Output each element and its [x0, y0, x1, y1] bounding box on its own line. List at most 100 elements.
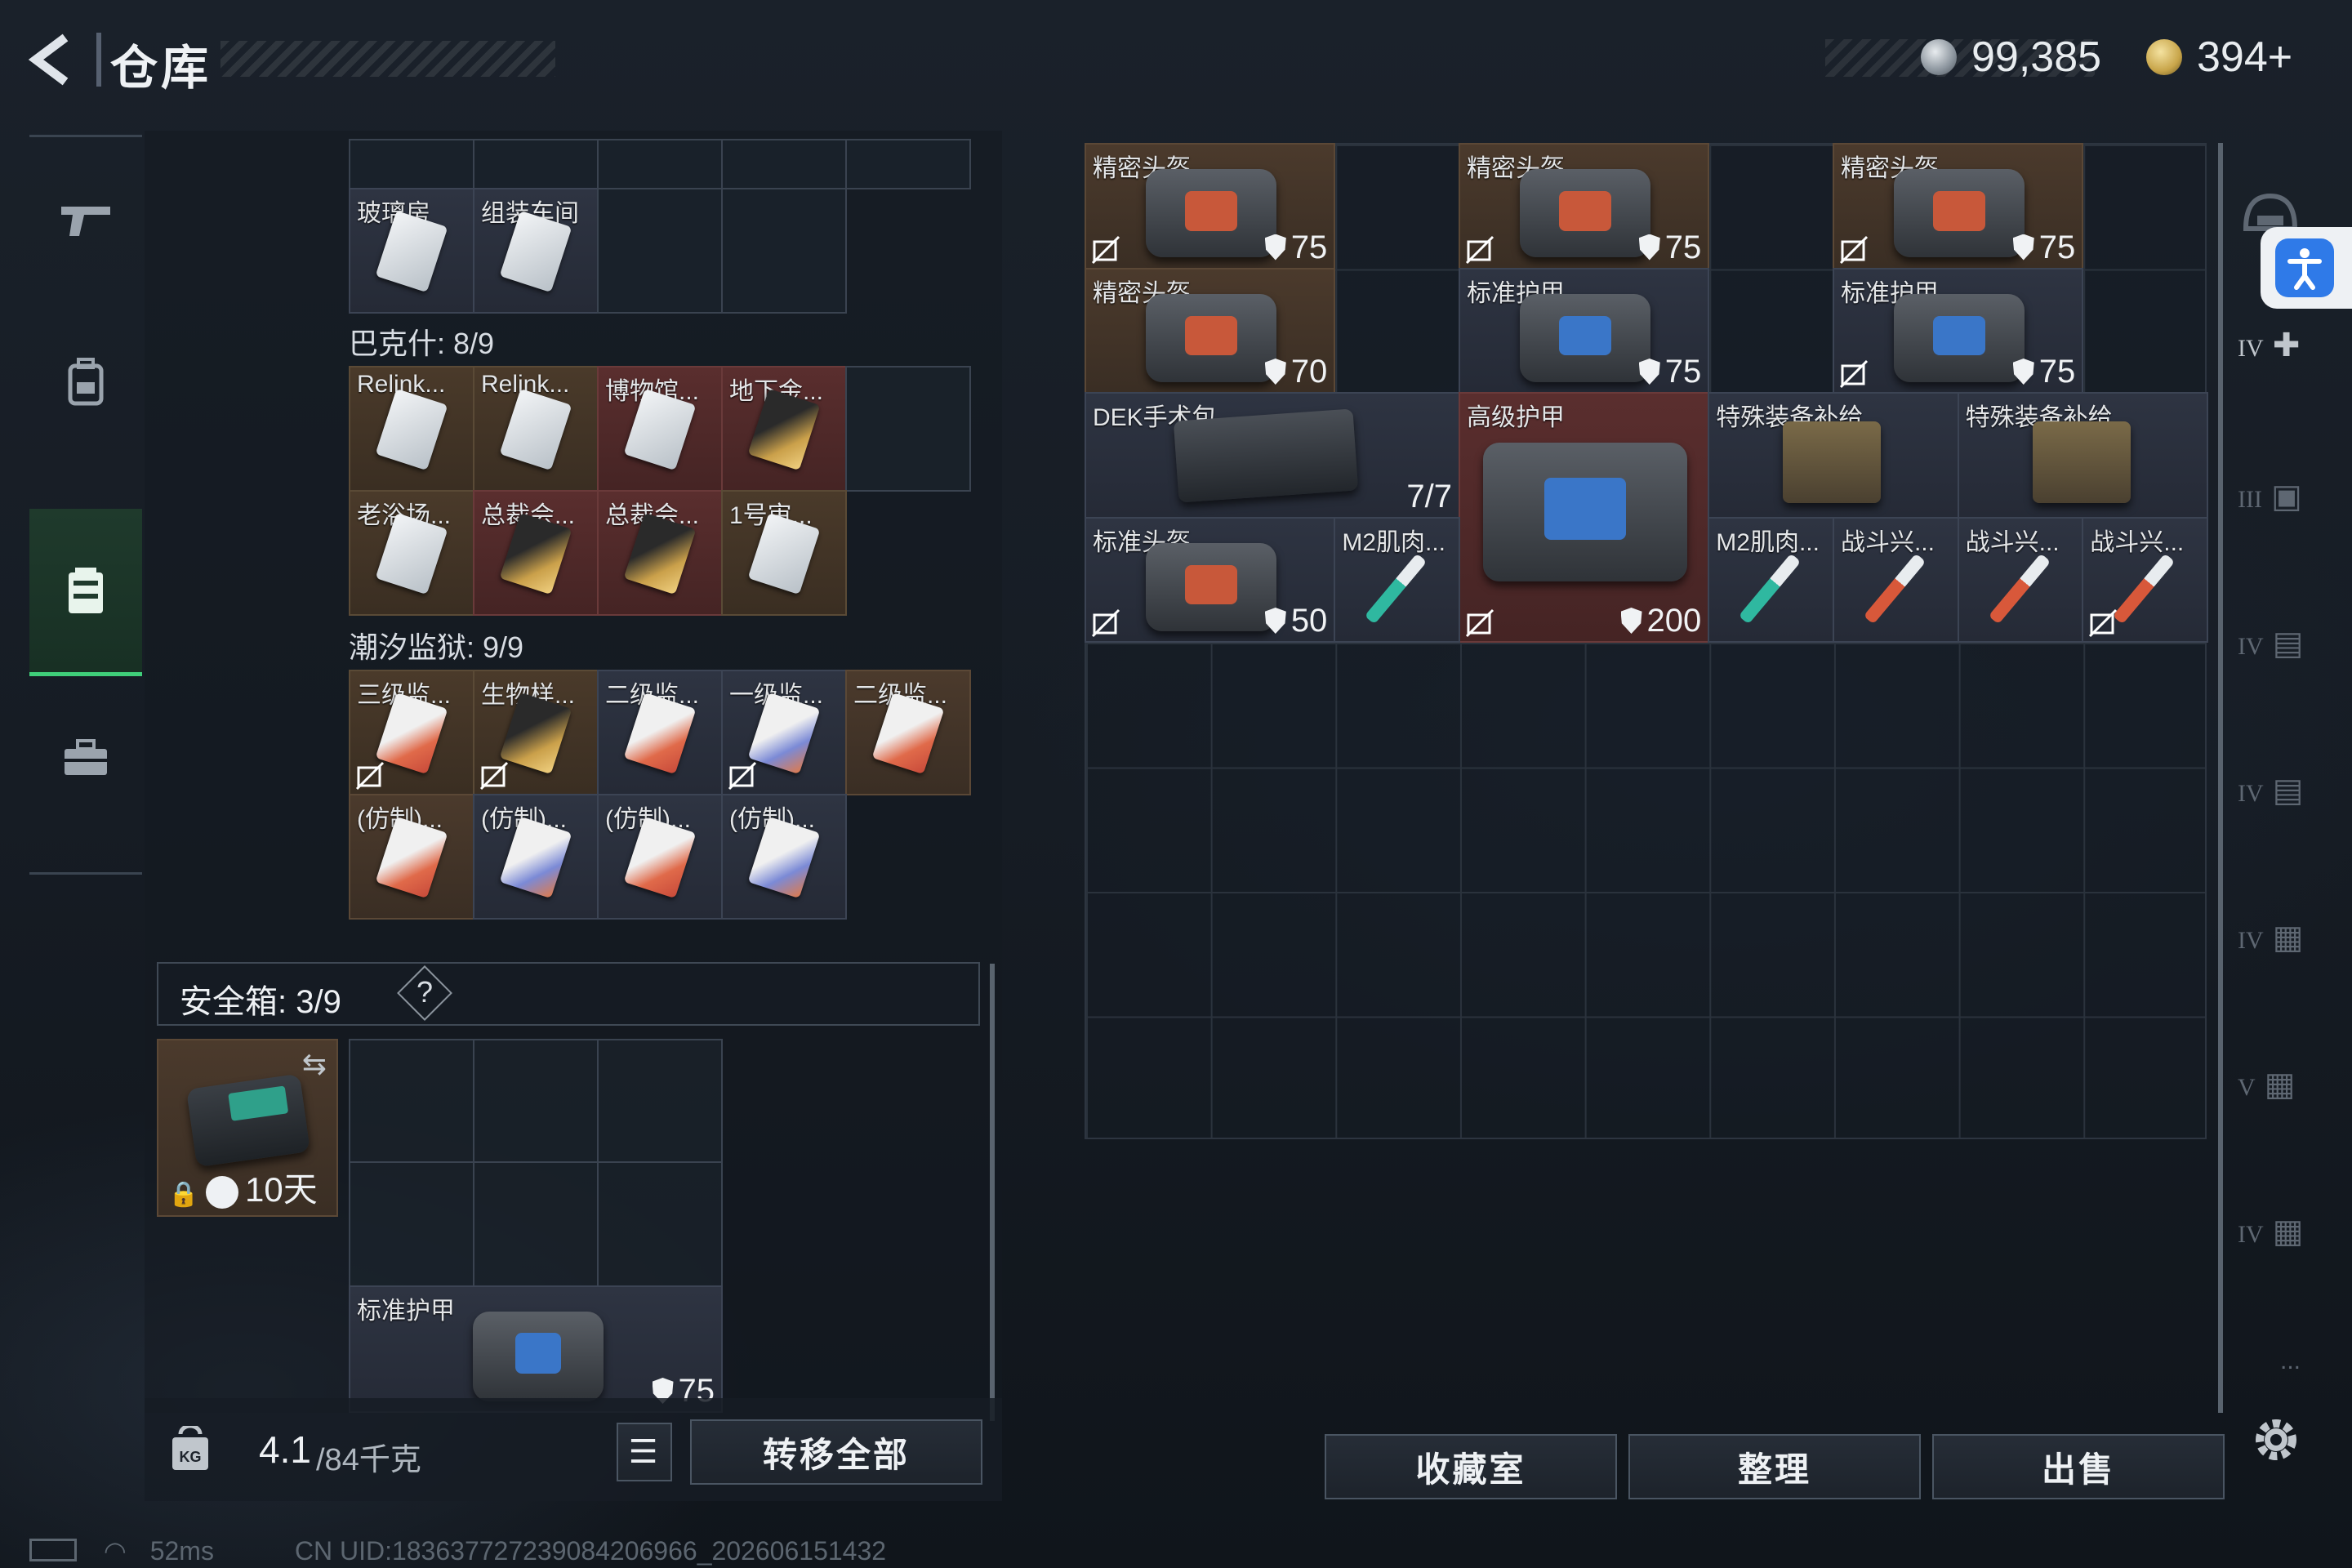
keycard-slot[interactable]: 老浴场...	[349, 490, 474, 616]
item-slot-syringe-red[interactable]: 战斗兴...	[1957, 516, 2084, 643]
item-slot-helmet[interactable]: 精密头盔 75	[1832, 143, 2084, 270]
item-slot-crate[interactable]: 特殊装备补给	[1957, 392, 2208, 519]
keycard-slot[interactable]: 1号审...	[721, 490, 847, 616]
item-slot-helmet[interactable]: 标准头盔 50	[1085, 516, 1336, 643]
keycard-slot[interactable]: Relink...	[473, 366, 599, 492]
empty-slot[interactable]	[473, 1161, 599, 1287]
empty-slot[interactable]	[473, 1039, 599, 1163]
list-icon: ☰	[628, 1434, 661, 1470]
keycard-slot[interactable]: 总裁会...	[473, 490, 599, 616]
settings-button[interactable]	[2247, 1411, 2305, 1468]
shield-icon	[1620, 608, 1642, 634]
list-view-button[interactable]: ☰	[617, 1423, 672, 1481]
empty-slot[interactable]	[845, 366, 971, 492]
status-bar: ◠ 52ms CN UID:18363772723908420696​6_202…	[29, 1535, 886, 1566]
accessibility-button[interactable]	[2261, 227, 2352, 309]
keycard-slot[interactable]: (仿制)...	[721, 794, 847, 920]
item-label: 标准护甲	[357, 1298, 455, 1325]
item-slot-armor-big[interactable]: 高级护甲 200	[1458, 392, 1710, 643]
item-value-text: 75	[1290, 229, 1328, 265]
empty-slot[interactable]	[597, 1039, 723, 1163]
partial-slot[interactable]	[349, 139, 474, 189]
weight-max: /84千克	[316, 1443, 421, 1477]
keycard-slot[interactable]: 生物样...	[473, 670, 599, 795]
back-button[interactable]	[24, 31, 82, 88]
keycard-slot[interactable]: (仿制)...	[349, 794, 474, 920]
keycard-slot[interactable]: 总裁会...	[597, 490, 723, 616]
keycard-slot[interactable]: Relink...	[349, 366, 474, 492]
item-slot-crate[interactable]: 特殊装备补给	[1708, 392, 1959, 519]
left-scrollbar[interactable]	[990, 964, 995, 1421]
bag-slot-icon[interactable]: IV ▦	[2238, 1213, 2311, 1278]
keycard-slot[interactable]: 博物馆...	[597, 366, 723, 492]
nav-equipment[interactable]	[29, 301, 142, 464]
swap-icon[interactable]: ⇆	[302, 1047, 327, 1081]
item-slot-helmet[interactable]: 精密头盔 75	[1458, 143, 1710, 270]
syringe-icon	[1739, 553, 1802, 624]
nav-weapons[interactable]	[29, 137, 142, 301]
helmet-image	[1893, 169, 2025, 257]
bag-slot-icon[interactable]: V ▦	[2238, 1066, 2311, 1131]
item-slot-medkit[interactable]: DEK手术包 7/7	[1085, 392, 1460, 519]
collection-room-button[interactable]: 收藏室	[1325, 1434, 1617, 1499]
safebox-header: 安全箱: 3/9 ?	[157, 962, 980, 1026]
empty-slot[interactable]	[597, 188, 723, 314]
weight-bar: KG 4.1 /84千克 ☰ 转移全部	[145, 1398, 1002, 1501]
item-slot-syringe-red[interactable]: 战斗兴...	[2082, 516, 2208, 643]
helmet-image	[1145, 293, 1276, 382]
partial-slot[interactable]	[721, 139, 847, 189]
safebox-container[interactable]: ⇆ 🔒 10天	[157, 1039, 338, 1217]
empty-slot[interactable]	[349, 1161, 474, 1287]
nav-toolbox[interactable]	[29, 676, 142, 840]
item-value: 70	[1264, 354, 1327, 390]
no-trade-icon	[1839, 235, 1869, 264]
rig-slot-icon[interactable]: IV ▤	[2238, 772, 2311, 837]
keycard-slot[interactable]: 一级监...	[721, 670, 847, 795]
partial-slot[interactable]	[597, 139, 723, 189]
keycard-slot[interactable]: 二级监...	[597, 670, 723, 795]
rig-slot-icon[interactable]: IV ▤	[2238, 625, 2311, 690]
currency-balance: 99,385	[1971, 33, 2102, 81]
keycard-slot[interactable]: (仿制)...	[597, 794, 723, 920]
keycard-icon	[375, 388, 448, 471]
item-slot-armor[interactable]: 标准护甲 75	[1458, 267, 1710, 394]
medkit-slot-icon[interactable]: IV ✚	[2238, 327, 2311, 392]
keycard-slot[interactable]: 玻璃房	[349, 188, 474, 314]
keycard-slot[interactable]: 地下金...	[721, 366, 847, 492]
nav-container[interactable]	[29, 509, 142, 676]
item-slot-syringe-red[interactable]: 战斗兴...	[1832, 516, 1959, 643]
bag-slot-icon[interactable]: IV ▦	[2238, 919, 2311, 984]
tier-label: IV	[2238, 927, 2264, 954]
svg-text:KG: KG	[180, 1449, 202, 1465]
empty-slot[interactable]	[721, 188, 847, 314]
item-slot-syringe-green[interactable]: M2肌肉...	[1708, 516, 1834, 643]
sell-button[interactable]: 出售	[1932, 1434, 2225, 1499]
sort-button[interactable]: 整理	[1628, 1434, 1921, 1499]
partial-slot[interactable]	[473, 139, 599, 189]
item-slot-helmet[interactable]: 精密头盔 75	[1085, 143, 1336, 270]
clock-icon	[206, 1176, 238, 1209]
item-slot-helmet[interactable]: 精密头盔 70	[1085, 267, 1336, 394]
container-icon	[69, 568, 103, 613]
premium-balance[interactable]: 394+	[2197, 33, 2292, 82]
no-trade-icon	[1839, 359, 1869, 389]
shield-icon	[1638, 359, 1660, 385]
partial-slot[interactable]	[845, 139, 971, 189]
armor-slot-icon[interactable]: III ▣	[2238, 478, 2311, 543]
keycard-slot[interactable]: 三级监...	[349, 670, 474, 795]
side-nav	[29, 135, 142, 875]
safebox-armor-slot[interactable]: 标准护甲 75	[349, 1285, 723, 1413]
item-slot-syringe-green[interactable]: M2肌肉...	[1334, 516, 1460, 643]
keycard-slot[interactable]: 二级监...	[845, 670, 971, 795]
supply-crate-image	[2032, 421, 2131, 503]
keycard-slot[interactable]: 组装车间	[473, 188, 599, 314]
empty-slot[interactable]	[349, 1039, 474, 1163]
item-slot-armor[interactable]: 标准护甲 75	[1832, 267, 2084, 394]
right-scrollbar[interactable]	[2218, 143, 2223, 1413]
transfer-all-button[interactable]: 转移全部	[690, 1419, 982, 1485]
safebox-timer: 10天	[245, 1170, 318, 1209]
keycard-slot[interactable]: (仿制)...	[473, 794, 599, 920]
syringe-icon	[1988, 553, 2051, 624]
empty-slot[interactable]	[597, 1161, 723, 1287]
no-trade-icon	[1091, 235, 1120, 264]
